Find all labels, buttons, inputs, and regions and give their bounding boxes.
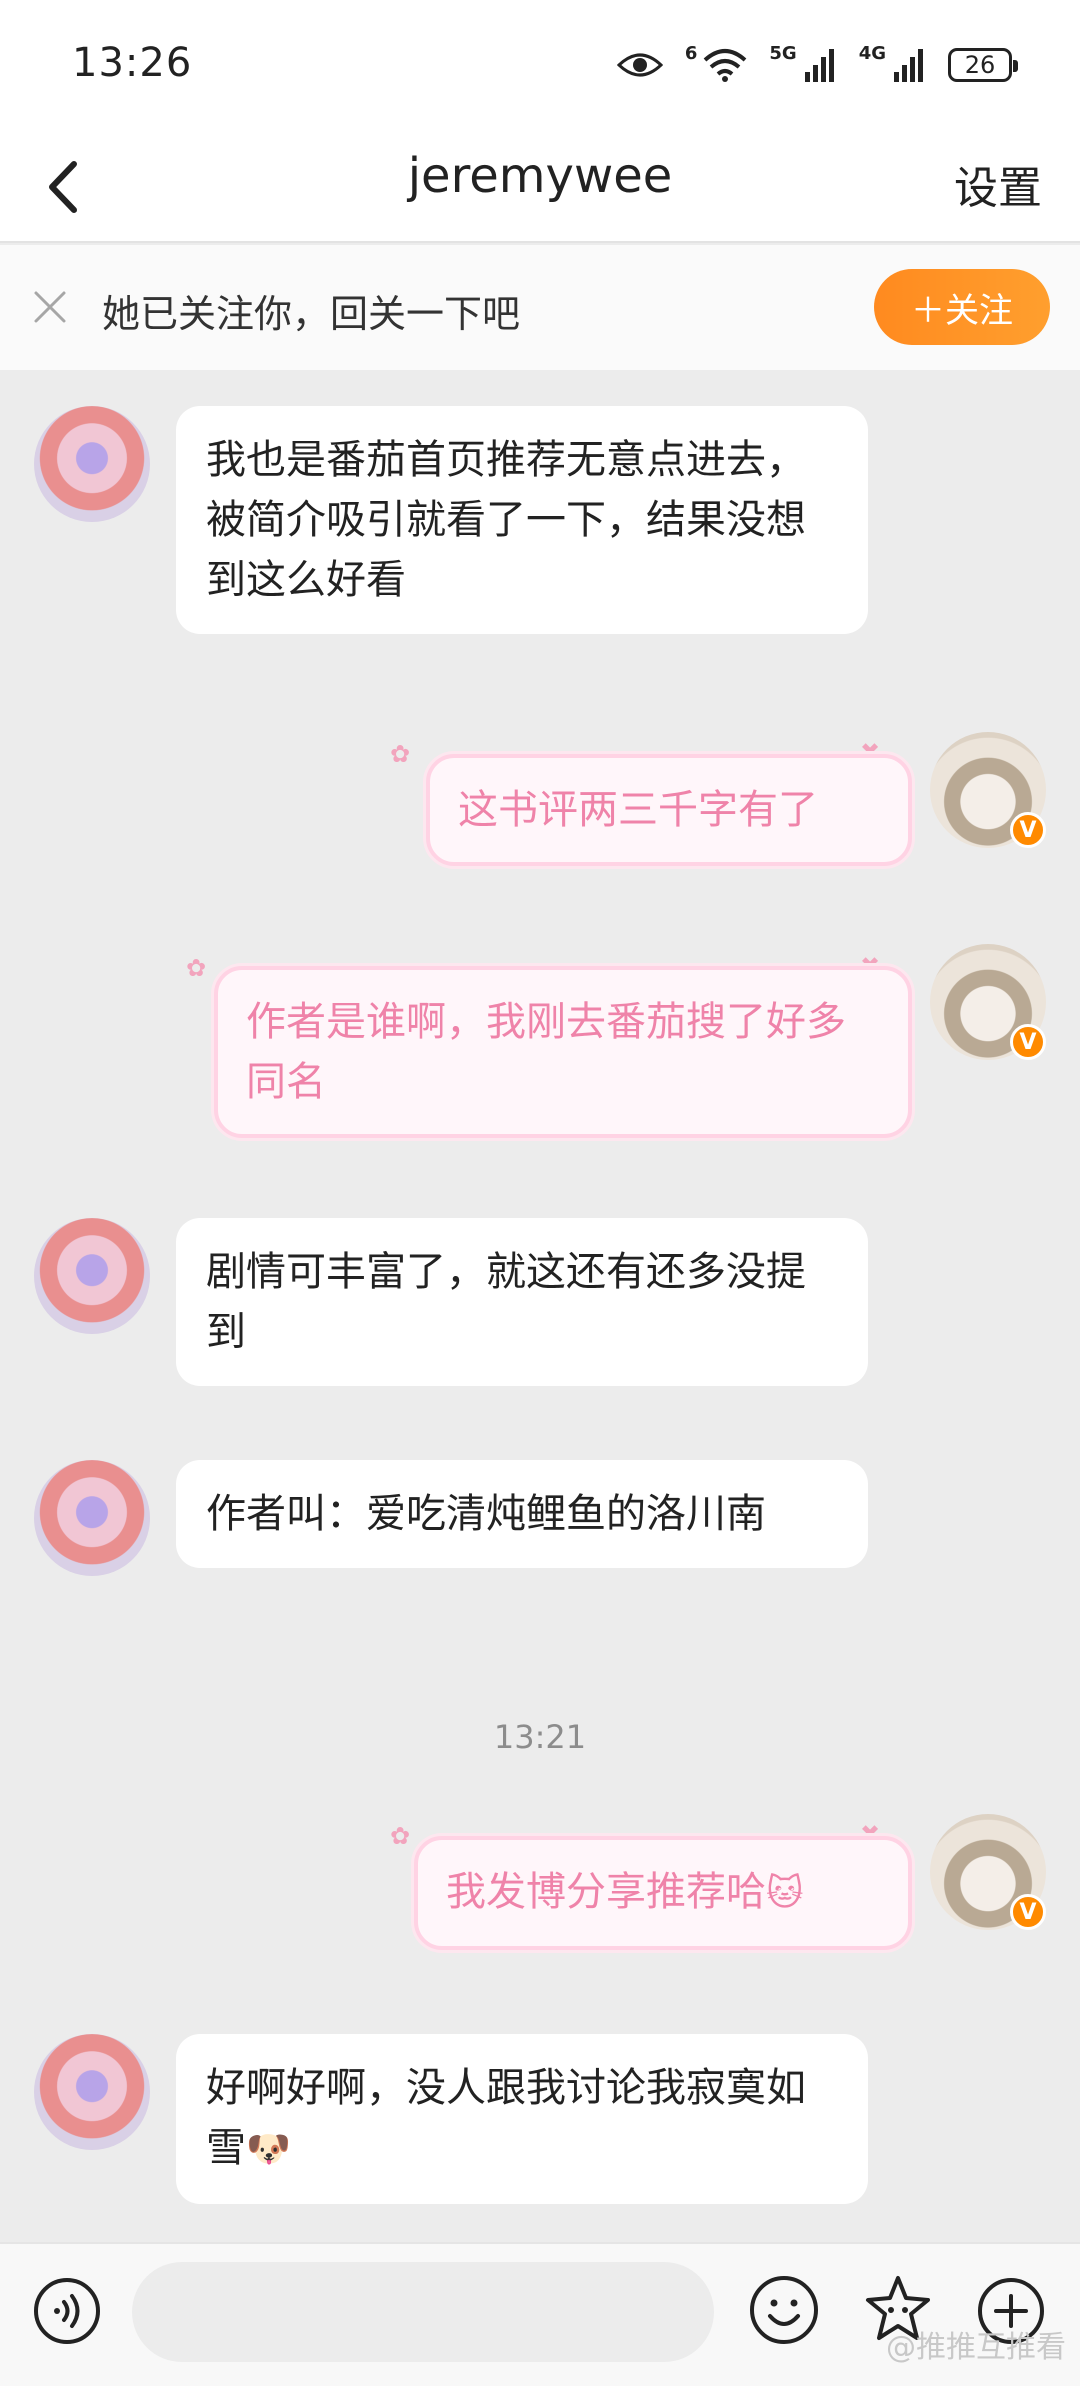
voice-icon[interactable]	[32, 2276, 102, 2346]
network-tag-4g: 4G	[858, 42, 886, 64]
follow-button[interactable]: ＋关注	[874, 269, 1050, 345]
avatar[interactable]	[34, 2034, 150, 2150]
emoji-icon[interactable]	[748, 2274, 820, 2346]
message-bubble-right[interactable]: 这书评两三千字有了	[426, 754, 912, 866]
avatar[interactable]	[34, 1460, 150, 1576]
message-text: 剧情可丰富了，就这还有还多没提到	[206, 1249, 806, 1355]
bubble-decoration-icon: ✿	[390, 1822, 411, 1850]
avatar[interactable]	[34, 1218, 150, 1334]
message-text: 我也是番茄首页推荐无意点进去，被简介吸引就看了一下，结果没想到这么好看	[206, 437, 806, 603]
battery-level: 26	[964, 51, 996, 79]
message-bubble-left[interactable]: 作者叫：爱吃清炖鲤鱼的洛川南	[176, 1460, 868, 1568]
bubble-decoration-icon: ✿	[390, 740, 411, 768]
status-time: 13:26	[72, 40, 193, 86]
battery-icon: 26	[948, 48, 1018, 82]
close-icon[interactable]	[28, 285, 72, 329]
banner-text: 她已关注你，回关一下吧	[102, 292, 521, 336]
signal-icon	[804, 49, 834, 82]
signal-icon	[894, 49, 923, 82]
page-title: jeremywee	[407, 148, 673, 204]
watermark: @推推互推看	[886, 2330, 1066, 2365]
message-bubble-right[interactable]: 作者是谁啊，我刚去番茄搜了好多同名	[214, 966, 912, 1138]
message-bubble-left[interactable]: 我也是番茄首页推荐无意点进去，被简介吸引就看了一下，结果没想到这么好看	[176, 406, 868, 634]
avatar[interactable]	[34, 406, 150, 522]
status-icons: 6 5G 4G 26	[616, 42, 1018, 86]
message-text: 作者是谁啊，我刚去番茄搜了好多同名	[246, 999, 846, 1105]
nav-bar: jeremywee 设置	[0, 130, 1080, 243]
status-bar: 13:26 6 5G 4G 26	[0, 0, 1080, 130]
message-bubble-right[interactable]: 我发博分享推荐哈🐱	[414, 1836, 912, 1950]
chat-list[interactable]: 我也是番茄首页推荐无意点进去，被简介吸引就看了一下，结果没想到这么好看 V ✿ …	[0, 370, 1080, 2240]
message-text: 好啊好啊，没人跟我讨论我寂寞如雪	[206, 2065, 806, 2171]
network-tag-5g: 5G	[769, 42, 797, 64]
message-text: 这书评两三千字有了	[458, 787, 818, 833]
verified-icon: V	[1010, 1894, 1046, 1930]
verified-icon: V	[1010, 1024, 1046, 1060]
wifi-icon	[704, 49, 747, 82]
wifi-tag: 6	[684, 42, 698, 64]
bubble-decoration-icon: ✿	[186, 954, 207, 982]
message-text: 我发博分享推荐哈	[446, 1869, 766, 1915]
settings-button[interactable]: 设置	[954, 152, 1042, 216]
message-input-bar: @推推互推看	[0, 2242, 1080, 2386]
verified-icon: V	[1010, 812, 1046, 848]
cat-emoji-icon: 🐱	[766, 1873, 804, 1914]
message-bubble-left[interactable]: 剧情可丰富了，就这还有还多没提到	[176, 1218, 868, 1386]
dog-emoji-icon: 🐶	[246, 2129, 291, 2170]
message-input[interactable]	[132, 2262, 714, 2362]
message-bubble-left[interactable]: 好啊好啊，没人跟我讨论我寂寞如雪🐶	[176, 2034, 868, 2204]
eye-icon	[616, 53, 663, 77]
message-text: 作者叫：爱吃清炖鲤鱼的洛川南	[206, 1491, 766, 1537]
follow-back-banner: 她已关注你，回关一下吧 ＋关注	[0, 245, 1080, 370]
timestamp: 13:21	[493, 1718, 587, 1756]
